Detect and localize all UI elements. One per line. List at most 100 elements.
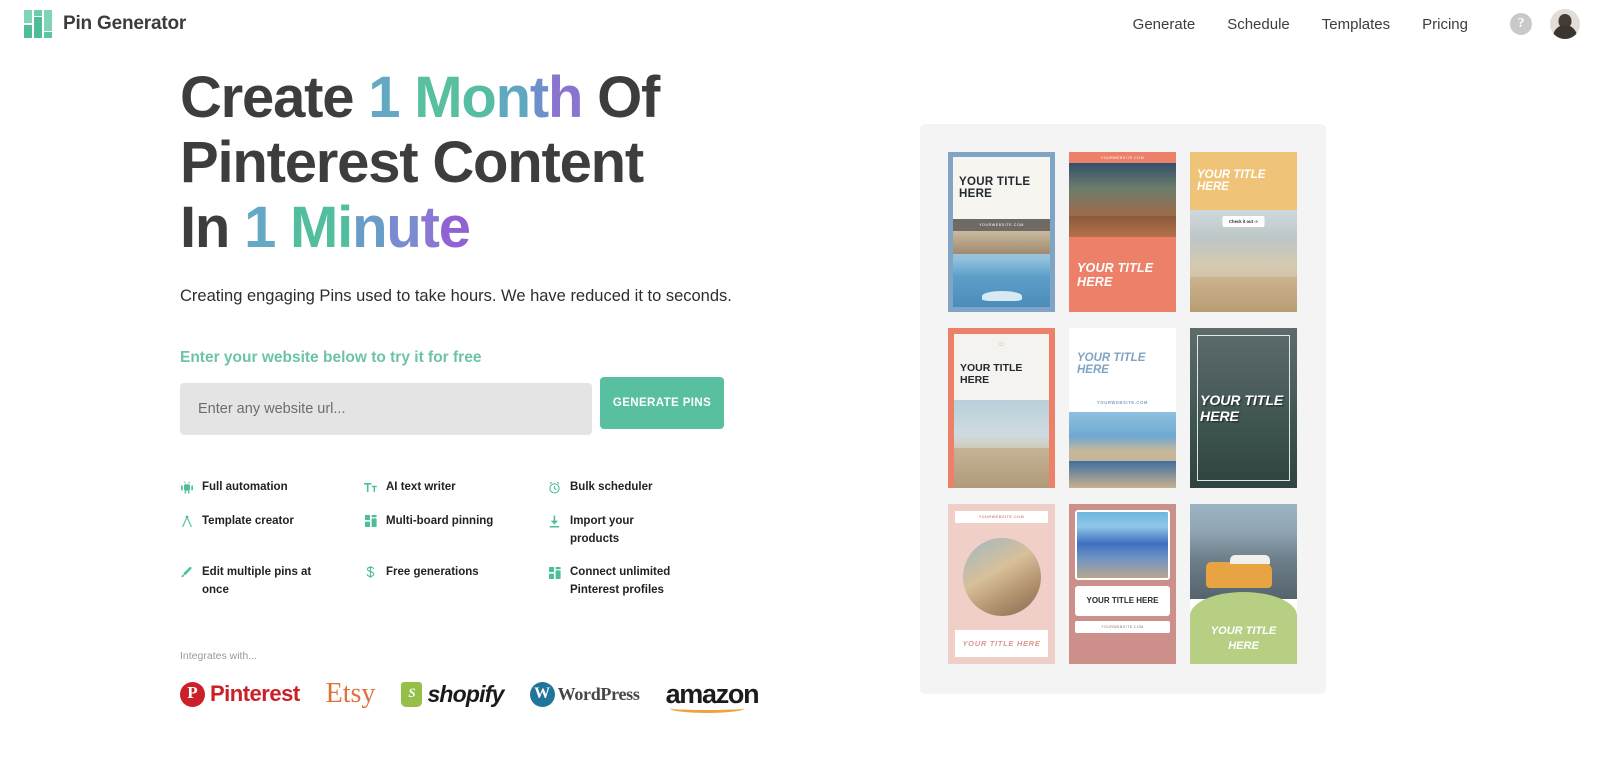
pin-preview-panel: YOUR TITLE HERE YOURWEBSITE.COM YOURWEBS…: [920, 124, 1326, 694]
amazon-logo: amazon: [666, 680, 760, 713]
avatar-body: [1553, 25, 1577, 39]
hero-subtitle: Creating engaging Pins used to take hour…: [180, 286, 732, 305]
pin-website: YOURWEBSITE.COM: [1075, 621, 1170, 633]
pin-title: YOUR TITLE HERE: [1190, 152, 1297, 210]
feature-label: Template creator: [202, 514, 294, 527]
pin-title: YOUR TITLE HERE: [959, 176, 1031, 200]
pin-title: YOUR TITLE HERE: [1200, 392, 1284, 424]
pinterest-logo: P Pinterest: [180, 681, 300, 707]
pin-smiley-icon: ☺: [997, 341, 1006, 348]
pin-photo: [955, 523, 1048, 630]
top-navigation-bar: Pin Generator Generate Schedule Template…: [0, 0, 1620, 48]
pin-photo: [954, 400, 1049, 488]
pin-card[interactable]: YOURWEBSITE.COM YOUR TITLE HERE: [1069, 152, 1176, 312]
etsy-logo: Etsy: [325, 678, 376, 710]
brush-icon: [180, 565, 193, 580]
main-content: Create 1 Month Of Pinterest Content In 1…: [0, 48, 1620, 713]
integrations-label: Integrates with...: [180, 650, 258, 663]
headline-segment: t: [529, 65, 549, 130]
page-title: Create 1 Month Of Pinterest Content In 1…: [180, 65, 680, 261]
feature-label: Free generations: [386, 566, 479, 579]
headline-segment: n: [352, 194, 387, 260]
hero-left-column: Create 1 Month Of Pinterest Content In 1…: [0, 65, 760, 713]
generate-pins-button[interactable]: GENERATE PINS: [600, 376, 724, 429]
integration-logos: P Pinterest Etsy S shopify W WordPress a…: [180, 678, 760, 713]
feature-item: Multi-board pinning: [364, 513, 548, 549]
pin-card[interactable]: YOUR TITLE HERE Check it out ->: [1190, 152, 1297, 312]
feature-label: AI text writer: [386, 480, 456, 493]
feature-label: Connect unlimited Pinterest profiles: [570, 566, 671, 597]
robot-icon: [180, 480, 193, 495]
pin-photo: Check it out ->: [1190, 210, 1297, 312]
pin-card[interactable]: YOUR TITLE HERE: [1190, 504, 1297, 664]
nav-item-generate[interactable]: Generate: [1117, 16, 1212, 33]
feature-label: Full automation: [202, 480, 288, 493]
nav-item-schedule[interactable]: Schedule: [1211, 16, 1306, 33]
headline-segment: o: [461, 65, 496, 130]
wordpress-logo: W WordPress: [529, 681, 640, 707]
pin-cta-badge: Check it out ->: [1222, 216, 1265, 227]
pin-website: YOURWEBSITE.COM: [1096, 400, 1149, 405]
feature-item: Template creator: [180, 513, 364, 549]
grid-logo-icon: [24, 10, 52, 38]
pinterest-label: Pinterest: [210, 681, 300, 707]
headline-segment: 1: [368, 65, 400, 130]
dollar-sign-icon: [364, 565, 377, 580]
help-icon[interactable]: ?: [1510, 13, 1532, 35]
pin-grid: YOUR TITLE HERE YOURWEBSITE.COM YOURWEBS…: [948, 152, 1326, 664]
shopify-logo: S shopify: [401, 680, 504, 708]
pin-website: YOURWEBSITE.COM: [1100, 156, 1145, 160]
headline-segment: 1: [244, 194, 276, 260]
pin-photo: [1075, 510, 1170, 580]
download-icon: [548, 514, 561, 529]
feature-label: Multi-board pinning: [386, 514, 494, 527]
shopify-icon: S: [401, 681, 423, 707]
headline-segment: h: [547, 65, 583, 130]
pin-website: YOURWEBSITE.COM: [955, 511, 1048, 523]
feature-label: Edit multiple pins at once: [202, 566, 312, 597]
headline-segment: [399, 65, 414, 130]
avatar[interactable]: [1550, 9, 1580, 39]
pin-card[interactable]: YOUR TITLE HERE YOURWEBSITE.COM: [948, 152, 1055, 312]
headline-segment: n: [495, 65, 531, 130]
pin-title: YOUR TITLE HERE: [1077, 260, 1154, 289]
pin-van-illustration: [1206, 555, 1272, 588]
feature-item: Connect unlimited Pinterest profiles: [548, 564, 748, 600]
nav-item-pricing[interactable]: Pricing: [1406, 16, 1484, 33]
pin-title: YOUR TITLE HERE: [1210, 625, 1277, 653]
headline-segment: u: [386, 194, 421, 260]
headline-segment: e: [438, 194, 471, 260]
pin-card[interactable]: ☺ YOUR TITLE HERE: [948, 328, 1055, 488]
headline-segment: M: [414, 65, 462, 130]
search-input[interactable]: [180, 382, 592, 435]
feature-item: Bulk scheduler: [548, 479, 748, 497]
pin-title: YOUR TITLE HERE: [1075, 586, 1170, 616]
pin-title: YOUR TITLE HERE: [960, 362, 1023, 386]
text-format-icon: [364, 480, 377, 495]
grid-boards-icon: [364, 514, 377, 529]
pin-card[interactable]: YOUR TITLE HERE YOURWEBSITE.COM: [1069, 328, 1176, 488]
shopify-label: shopify: [427, 680, 504, 707]
feature-item: Full automation: [180, 479, 364, 497]
pin-preview-column: YOUR TITLE HERE YOURWEBSITE.COM YOURWEBS…: [920, 66, 1326, 710]
wordpress-icon: W: [529, 681, 555, 707]
feature-item: Edit multiple pins at once: [180, 564, 364, 600]
nav-item-templates[interactable]: Templates: [1306, 16, 1406, 33]
pin-card[interactable]: YOUR TITLE HERE: [1190, 328, 1297, 488]
headline-segment: i: [337, 194, 353, 260]
pin-card[interactable]: YOURWEBSITE.COM YOUR TITLE HERE: [948, 504, 1055, 664]
feature-label: Bulk scheduler: [570, 480, 653, 493]
feature-item: AI text writer: [364, 479, 548, 497]
pinterest-icon: P: [180, 681, 205, 707]
pin-title: YOUR TITLE HERE: [955, 630, 1048, 657]
grid-boards-icon: [548, 565, 561, 580]
pin-title: YOUR TITLE HERE: [1077, 352, 1146, 376]
pin-photo: [1069, 163, 1176, 237]
pin-card[interactable]: YOUR TITLE HERE YOURWEBSITE.COM: [1069, 504, 1176, 664]
compass-icon: [180, 514, 193, 529]
feature-item: Import your products: [548, 513, 748, 549]
cta-prompt-label: Enter your website below to try it for f…: [180, 348, 482, 366]
brand-logo[interactable]: Pin Generator: [24, 10, 186, 38]
amazon-swoosh-icon: [669, 704, 744, 713]
headline-segment: M: [290, 194, 338, 260]
